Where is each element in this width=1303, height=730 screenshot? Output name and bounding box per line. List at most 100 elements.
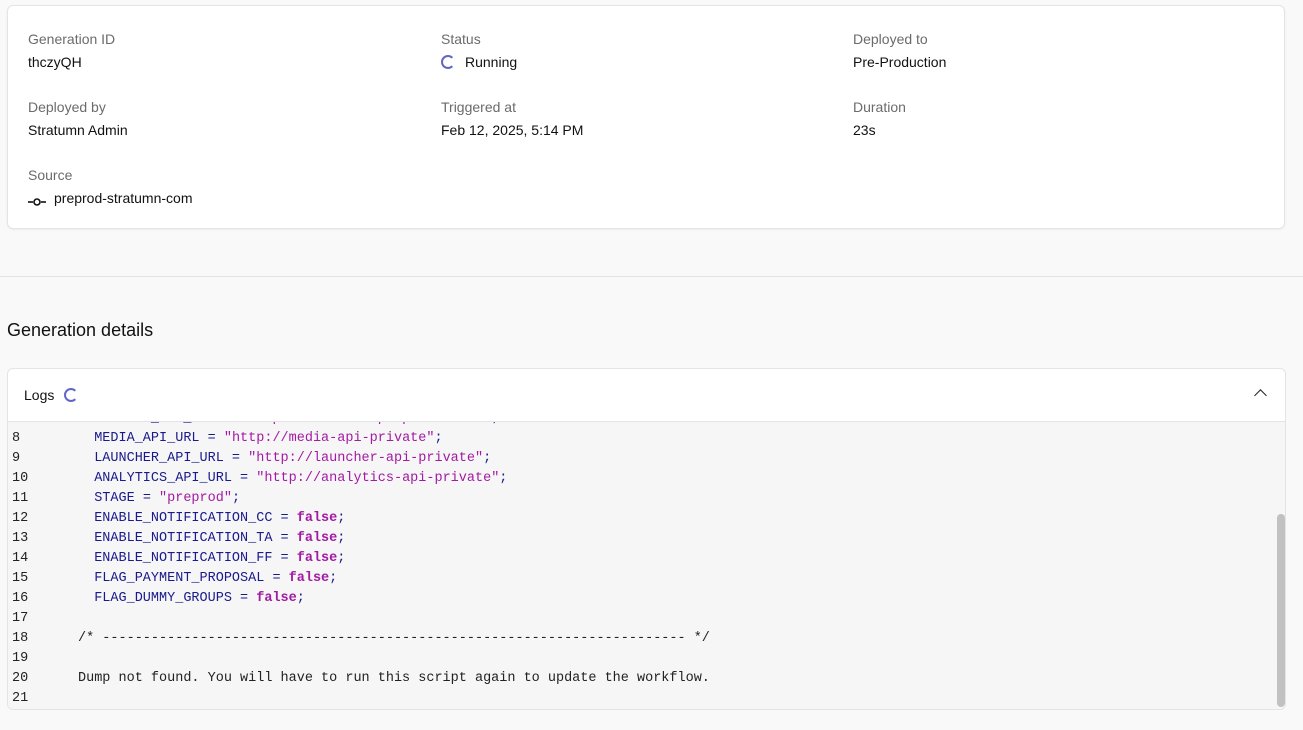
log-line-number: 13: [12, 531, 29, 546]
log-token-punct: ;: [483, 451, 492, 466]
log-line-text: MEDIA_API_URL = "http://media-api-privat…: [78, 429, 442, 449]
log-token-indent: [78, 511, 94, 526]
log-line: 10 ANALYTICS_API_URL = "http://analytics…: [8, 469, 1268, 489]
log-token-variable: MEDIA_API_URL: [94, 431, 200, 446]
log-token-punct: ;: [296, 591, 305, 606]
log-line-number: 20: [12, 671, 29, 686]
log-token-string: "http://account-api-public:443": [240, 422, 491, 426]
generation-id-value: thczyQH: [28, 54, 82, 70]
log-token-punct: ;: [329, 571, 338, 586]
log-token-operator: =: [264, 571, 289, 586]
log-token-variable: ACCOUNT_API_URL: [94, 422, 216, 426]
log-line-text: LAUNCHER_API_URL = "http://launcher-api-…: [78, 449, 491, 469]
log-line-text: Dump not found. You will have to run thi…: [78, 671, 710, 686]
triggered-at-value: Feb 12, 2025, 5:14 PM: [441, 122, 584, 138]
log-line: 18 /* -----------------------------------…: [8, 629, 1268, 649]
log-token-keyword: false: [256, 591, 297, 606]
log-token-keyword: false: [288, 571, 330, 586]
section-divider: [0, 276, 1303, 277]
log-token-variable: LAUNCHER_API_URL: [94, 451, 224, 466]
log-line-number: 7: [12, 422, 20, 429]
log-token-variable: ENABLE_NOTIFICATION_TA: [94, 531, 273, 546]
log-line: 7 ACCOUNT_API_URL = "http://account-api-…: [8, 422, 1268, 429]
log-token-indent: [78, 591, 94, 606]
log-token-keyword: false: [296, 531, 338, 546]
log-token-variable: FLAG_DUMMY_GROUPS: [94, 591, 232, 606]
log-line-number: 19: [12, 651, 29, 666]
log-line: 20 Dump not found. You will have to run t…: [8, 669, 1268, 689]
log-token-variable: STAGE: [94, 491, 135, 506]
logs-scrollbar[interactable]: [1276, 422, 1285, 709]
generation-id-label: Generation ID: [28, 31, 116, 47]
log-token-punct: ;: [491, 422, 499, 426]
logs-scrollbar-thumb[interactable]: [1277, 514, 1285, 707]
log-token-punct: ;: [499, 471, 508, 486]
log-line-text: STAGE = "preprod";: [78, 489, 240, 509]
log-line-text: ANALYTICS_API_URL = "http://analytics-ap…: [78, 469, 507, 489]
log-line: 13 ENABLE_NOTIFICATION_TA = false;: [8, 529, 1268, 549]
source-label: Source: [28, 167, 73, 183]
log-line-number: 14: [12, 551, 29, 566]
log-line-number: 10: [12, 471, 29, 486]
log-line-number: 9: [12, 451, 21, 466]
source-value: preprod-stratumn-com: [28, 189, 193, 207]
log-token-indent: [78, 571, 94, 586]
chevron-up-icon[interactable]: [1254, 389, 1267, 402]
log-line-text: ENABLE_NOTIFICATION_TA = false;: [78, 529, 345, 549]
generation-details-heading: Generation details: [7, 320, 154, 340]
log-line-number: 12: [12, 511, 29, 526]
log-line-number: 11: [12, 491, 29, 506]
log-token-string: "http://analytics-api-private": [256, 471, 500, 486]
git-commit-icon: [28, 193, 46, 206]
triggered-at-field: Triggered at Feb 12, 2025, 5:14 PM: [441, 98, 583, 138]
log-line-number: 16: [12, 591, 29, 606]
logs-panel: Logs 7 ACCOUNT_API_URL = "http://account…: [7, 368, 1286, 710]
log-token-string: "preprod": [159, 491, 232, 506]
log-token-operator: =: [216, 422, 240, 426]
log-token-operator: =: [272, 531, 297, 546]
log-token-operator: =: [231, 471, 257, 486]
log-line: 8 MEDIA_API_URL = "http://media-api-priv…: [8, 429, 1268, 449]
logs-header[interactable]: Logs: [8, 369, 1285, 422]
log-token-operator: =: [231, 591, 257, 606]
status-text: Running: [465, 54, 518, 70]
source-link[interactable]: preprod-stratumn-com: [54, 189, 193, 207]
log-line-number: 21: [12, 691, 29, 706]
log-token-variable: ENABLE_NOTIFICATION_FF: [94, 551, 273, 566]
log-token-punct: ;: [337, 531, 346, 546]
log-token-keyword: false: [296, 511, 338, 526]
log-token-string: "http://media-api-private": [223, 431, 435, 446]
deployed-to-field: Deployed to Pre-Production: [853, 30, 946, 70]
deployed-by-field: Deployed by Stratumn Admin: [28, 98, 128, 138]
log-line-number: 17: [12, 611, 29, 626]
log-line: 15 FLAG_PAYMENT_PROPOSAL = false;: [8, 569, 1268, 589]
log-token-operator: =: [199, 431, 224, 446]
logs-output: 7 ACCOUNT_API_URL = "http://account-api-…: [8, 422, 1285, 709]
status-label: Status: [441, 31, 481, 47]
log-lines: 7 ACCOUNT_API_URL = "http://account-api-…: [8, 422, 1268, 709]
log-line-text: FLAG_DUMMY_GROUPS = false;: [78, 589, 305, 609]
loading-spinner-icon: [64, 388, 79, 402]
log-line: 17: [8, 609, 1268, 629]
log-token-indent: [78, 471, 94, 486]
log-token-indent: [78, 431, 94, 446]
deployed-to-label: Deployed to: [853, 31, 928, 47]
deployed-by-label: Deployed by: [28, 99, 106, 115]
logs-title-text: Logs: [24, 387, 55, 403]
log-token-indent: [78, 531, 94, 546]
log-token-punct: ;: [337, 551, 346, 566]
log-token-indent: [78, 451, 94, 466]
log-token-operator: =: [272, 511, 297, 526]
log-line: 19: [8, 649, 1268, 669]
log-line-text: ENABLE_NOTIFICATION_CC = false;: [78, 509, 345, 529]
loading-spinner-icon: [441, 55, 455, 69]
log-line-number: 8: [12, 431, 21, 446]
log-line: 21: [8, 689, 1268, 709]
log-token-punct: ;: [231, 491, 241, 506]
log-line-text: FLAG_PAYMENT_PROPOSAL = false;: [78, 569, 337, 589]
deployed-to-value: Pre-Production: [853, 54, 947, 70]
log-line-text: ACCOUNT_API_URL = "http://account-api-pu…: [78, 422, 499, 429]
log-token-variable: FLAG_PAYMENT_PROPOSAL: [94, 571, 265, 586]
log-token-punct: ;: [337, 511, 346, 526]
log-token-operator: =: [134, 491, 160, 506]
